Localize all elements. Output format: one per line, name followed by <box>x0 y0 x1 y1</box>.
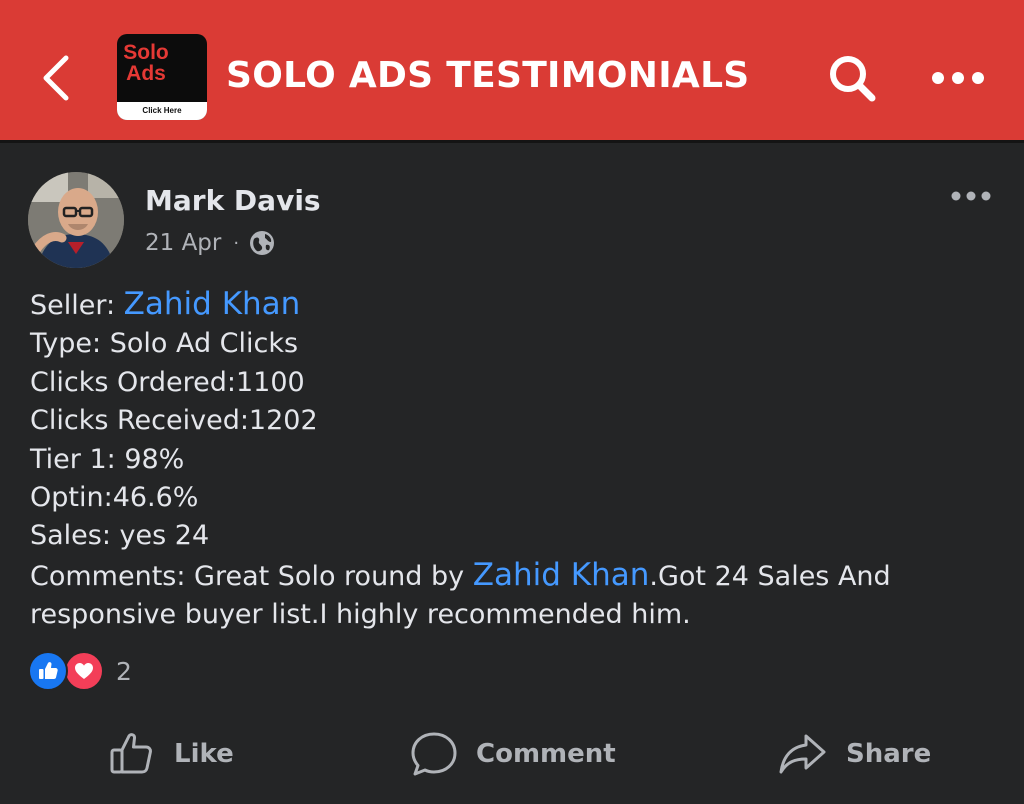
post-text: Seller: Zahid Khan Type: Solo Ad Clicks … <box>30 285 1000 635</box>
post-date[interactable]: 21 Apr <box>145 230 221 256</box>
clicks-received-line: Clicks Received:1202 <box>30 405 318 437</box>
header-menu-button[interactable] <box>930 68 986 88</box>
share-label: Share <box>846 739 932 769</box>
reactions-summary[interactable]: 2 <box>28 651 132 691</box>
header-divider <box>0 140 1024 143</box>
share-button[interactable]: Share <box>778 722 931 786</box>
like-label: Like <box>174 739 234 769</box>
comments-label: Comments: Great Solo round by <box>30 560 473 592</box>
seller-label: Seller: <box>30 290 124 321</box>
more-horizontal-icon <box>951 191 991 201</box>
logo-strip: Click Here <box>117 102 207 120</box>
sales-line: Sales: yes 24 <box>30 520 210 552</box>
search-button[interactable] <box>826 52 880 106</box>
seller-mention-link[interactable]: Zahid Khan <box>124 286 301 322</box>
logo-text: Solo Ads <box>117 42 175 84</box>
more-horizontal-icon <box>932 72 984 84</box>
share-arrow-icon <box>779 734 826 774</box>
thumbs-up-icon <box>110 733 152 774</box>
tier1-line: Tier 1: 98% <box>30 443 185 475</box>
logo-line-2: Ads <box>126 62 166 85</box>
comments-suffix: .Got 24 Sales And <box>649 560 891 592</box>
avatar-photo <box>28 172 124 268</box>
comments-line: Comments: Great Solo round by Zahid Khan… <box>30 556 1000 596</box>
avatar[interactable] <box>28 172 124 268</box>
group-title: SOLO ADS TESTIMONIALS <box>226 55 750 96</box>
comment-label: Comment <box>476 739 616 769</box>
chevron-left-icon <box>43 55 69 101</box>
comments-mention-link[interactable]: Zahid Khan <box>473 557 650 593</box>
reaction-count: 2 <box>116 656 132 686</box>
back-button[interactable] <box>36 50 80 106</box>
author-name[interactable]: Mark Davis <box>145 184 321 218</box>
post-menu-button[interactable] <box>950 188 992 204</box>
logo-line-1: Solo <box>123 41 169 64</box>
clicks-ordered-line: Clicks Ordered:1100 <box>30 366 305 398</box>
group-header: Solo Ads Click Here SOLO ADS TESTIMONIAL… <box>0 0 1024 140</box>
like-button[interactable]: Like <box>108 722 234 786</box>
like-reaction-icon <box>28 651 68 691</box>
post-action-bar: Like Comment Share <box>0 722 1024 786</box>
type-line: Type: Solo Ad Clicks <box>30 328 299 360</box>
like-icon <box>39 662 58 679</box>
search-icon <box>830 56 876 102</box>
seller-line: Seller: Zahid Khan <box>30 285 1000 325</box>
group-logo[interactable]: Solo Ads Click Here <box>117 34 207 120</box>
comment-bubble-icon <box>411 732 457 776</box>
meta-separator: · <box>233 232 240 254</box>
optin-line: Optin:46.6% <box>30 482 199 514</box>
comments-line-2: responsive buyer list.I highly recommend… <box>30 599 691 631</box>
globe-icon <box>250 231 275 255</box>
love-icon <box>75 663 93 679</box>
love-reaction-icon <box>64 651 104 691</box>
post-meta: 21 Apr · <box>145 226 275 260</box>
comment-button[interactable]: Comment <box>410 722 616 786</box>
